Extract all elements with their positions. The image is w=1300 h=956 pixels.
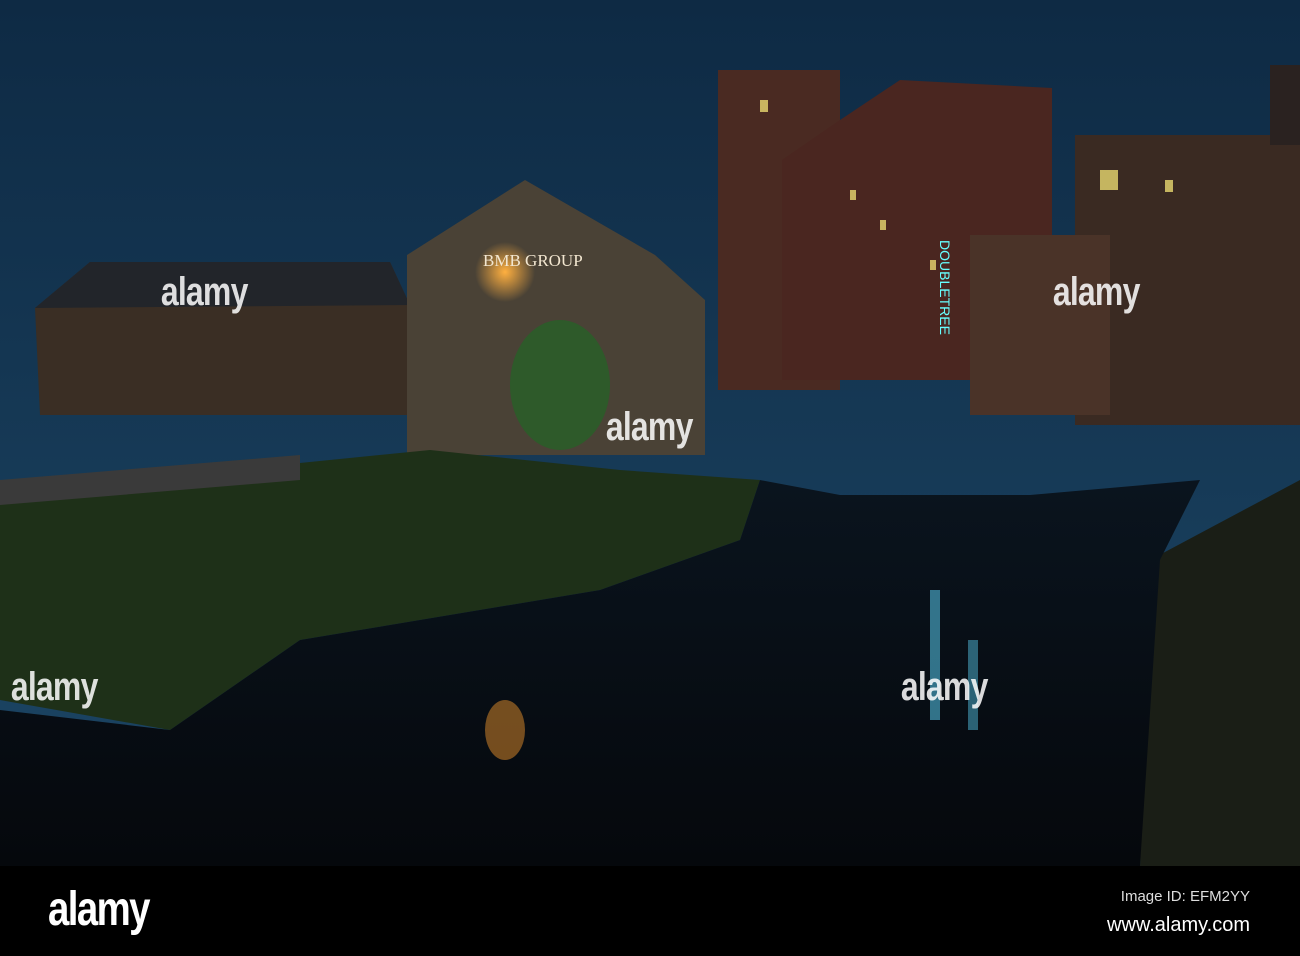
watermark: alamy: [10, 665, 99, 709]
tree: [510, 320, 610, 450]
alamy-logo: alamy: [48, 883, 150, 936]
watermark: alamy: [605, 405, 694, 449]
site-url[interactable]: www.alamy.com: [1107, 914, 1250, 937]
watermark: alamy: [1052, 270, 1141, 314]
watermark: alamy: [160, 270, 249, 314]
stock-photo: BMB GROUP DOUBLETREE alamy alamy alamy a…: [0, 0, 1300, 956]
bmb-sign: BMB GROUP: [483, 251, 583, 270]
footer-bar: alamy Image ID: EFM2YY www.alamy.com: [0, 866, 1300, 956]
image-id: Image ID: EFM2YY: [1120, 888, 1250, 905]
watermark: alamy: [900, 665, 989, 709]
hotel-sign: DOUBLETREE: [937, 240, 953, 335]
